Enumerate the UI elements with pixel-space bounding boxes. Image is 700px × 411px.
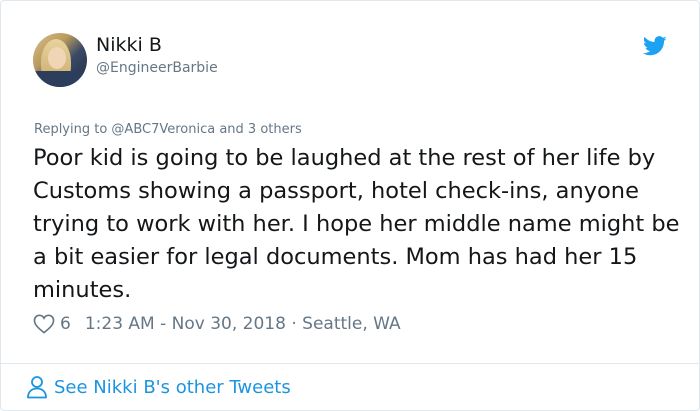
see-other-tweets-label[interactable]: See Nikki B's other Tweets [54, 377, 291, 398]
tweet-meta: 6 1:23 AM - Nov 30, 2018 · Seattle, WA [33, 312, 401, 336]
author-handle[interactable]: @EngineerBarbie [96, 60, 218, 76]
avatar[interactable] [33, 33, 87, 87]
author-name[interactable]: Nikki B [96, 34, 162, 56]
tweet-location[interactable]: Seattle, WA [302, 314, 401, 334]
replying-to-line[interactable]: Replying to @ABC7Veronica and 3 others [34, 122, 302, 137]
avatar-face [48, 47, 66, 69]
person-icon [27, 376, 47, 399]
twitter-bird-icon[interactable] [643, 35, 667, 57]
heart-icon[interactable] [33, 314, 55, 334]
tweet-timestamp[interactable]: 1:23 AM - Nov 30, 2018 [85, 314, 286, 334]
like-count[interactable]: 6 [60, 314, 71, 334]
tweet-text: Poor kid is going to be laughed at the r… [33, 145, 680, 303]
footer-divider [1, 363, 700, 364]
avatar-jacket [33, 71, 87, 87]
meta-separator: · [285, 314, 303, 334]
see-other-tweets-link[interactable]: See Nikki B's other Tweets [26, 374, 291, 400]
embedded-tweet-card: Nikki B @EngineerBarbie Replying to @ABC… [0, 0, 700, 411]
